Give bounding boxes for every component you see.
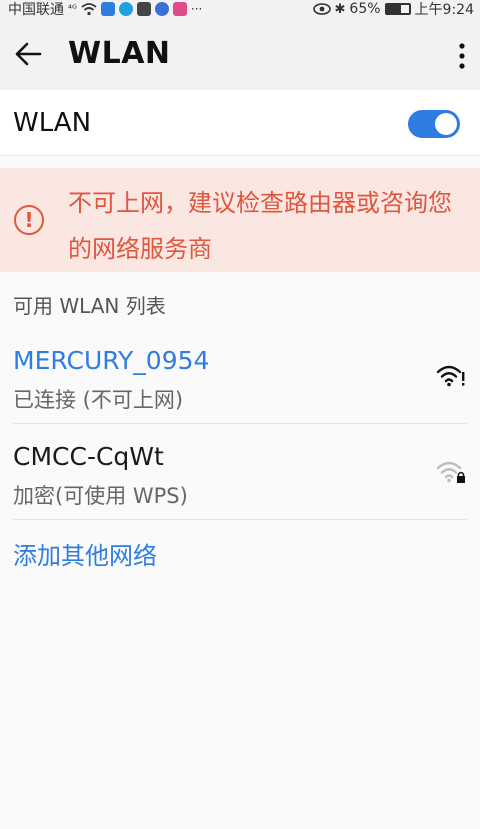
- bluetooth-icon: ✱: [334, 1, 346, 17]
- exclamation-icon: !: [14, 205, 44, 235]
- signal-icon: ⁴ᴳ: [68, 3, 77, 15]
- gallery-app-icon: [100, 2, 115, 16]
- more-options-icon[interactable]: [456, 42, 468, 70]
- more-notifications-icon: ···: [190, 2, 203, 16]
- wlan-toggle-row[interactable]: WLAN: [0, 90, 480, 156]
- network-item-cmcc[interactable]: CMCC-CqWt 加密(可使用 WPS): [0, 424, 480, 520]
- browser-app-icon: [118, 2, 133, 16]
- wifi-locked-icon: [436, 461, 465, 483]
- status-bar-left: 中国联通 ⁴ᴳ ···: [8, 0, 202, 18]
- video-app-icon: [172, 2, 187, 16]
- wifi-warning-icon: [436, 365, 465, 387]
- app-bar: WLAN: [0, 18, 480, 90]
- divider: [13, 519, 467, 520]
- globe-app-icon: [154, 2, 169, 16]
- network-name: CMCC-CqWt: [13, 442, 164, 471]
- network-name: MERCURY_0954: [13, 346, 210, 375]
- battery-icon: [384, 3, 411, 15]
- back-arrow-icon[interactable]: [14, 40, 42, 68]
- status-bar-right: ✱ 65% 上午9:24: [312, 0, 474, 18]
- status-bar: 中国联通 ⁴ᴳ ··· ✱ 65% 上午9:24: [0, 0, 480, 18]
- warning-text: 不可上网，建议检查路由器或咨询您的网络服务商: [68, 189, 452, 263]
- network-item-mercury[interactable]: MERCURY_0954 已连接 (不可上网): [0, 328, 480, 424]
- battery-percent: 65%: [349, 1, 381, 17]
- wifi-status-icon: [81, 3, 97, 16]
- available-networks-header: 可用 WLAN 列表: [13, 294, 166, 318]
- add-other-network-link[interactable]: 添加其他网络: [13, 536, 157, 571]
- battery-fill: [386, 5, 401, 13]
- clock: 上午9:24: [414, 2, 474, 18]
- page-title: WLAN: [68, 36, 171, 71]
- network-status: 已连接 (不可上网): [13, 388, 184, 412]
- wlan-toggle-switch[interactable]: [408, 110, 460, 138]
- wlan-toggle-label: WLAN: [13, 108, 92, 138]
- translate-app-icon: [136, 2, 151, 16]
- no-internet-warning: ! 不可上网，建议检查路由器或咨询您的网络服务商: [0, 168, 480, 272]
- toggle-knob: [435, 113, 457, 135]
- eye-comfort-icon: [312, 3, 331, 15]
- network-status: 加密(可使用 WPS): [13, 484, 188, 508]
- carrier-name: 中国联通: [8, 2, 64, 18]
